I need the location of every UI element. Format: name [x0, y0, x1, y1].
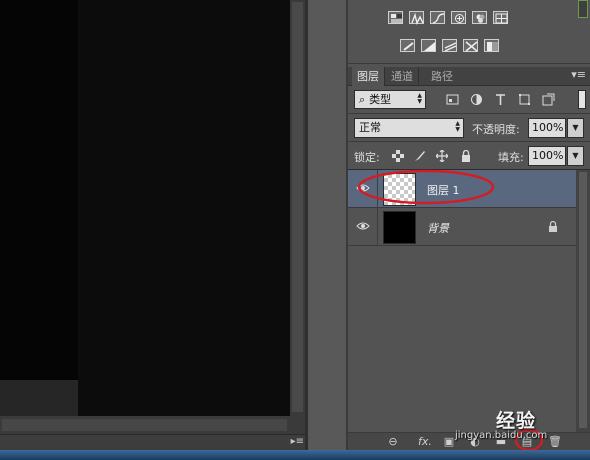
lock-label: 锁定: [354, 151, 380, 164]
fill-label: 填充: [498, 151, 524, 164]
os-taskbar [0, 450, 590, 460]
adjustments-panel [348, 0, 590, 64]
pixel-filter-icon[interactable] [446, 93, 459, 106]
threshold-icon[interactable] [421, 39, 436, 52]
adjustments-scrollbar[interactable] [578, 0, 590, 20]
document-status-bar: ▸≡ [0, 434, 308, 450]
layer-lock-icon [549, 221, 557, 232]
panel-menu-icon[interactable]: ▾≡ [571, 68, 586, 81]
selective-color-icon[interactable] [463, 39, 478, 52]
opacity-label: 不透明度: [472, 123, 520, 136]
gradient-map-icon[interactable] [442, 39, 457, 52]
right-panel-dock: 图层 通道 路径 ▾≡ ⌕ 类型 ▲ ▼ 正常 ▲ ▼ 不透明度: 100% ▼ 锁定… [346, 0, 590, 452]
watermark-logo: 经验 [496, 410, 537, 432]
layer-name[interactable]: 背景 [427, 220, 449, 236]
lock-image-pixels-icon[interactable] [414, 150, 426, 162]
levels-icon[interactable] [409, 11, 424, 25]
status-menu-icon[interactable]: ▸≡ [291, 436, 304, 447]
document-canvas-area[interactable] [0, 0, 305, 434]
layer-row-layer-1[interactable]: 图层 1 [348, 170, 576, 208]
adjustments-row-1 [388, 11, 508, 25]
add-layer-style-button[interactable]: fx. [414, 435, 436, 448]
opacity-dropdown-button[interactable]: ▼ [567, 118, 584, 138]
smart-object-filter-icon[interactable] [542, 93, 555, 106]
eye-icon [356, 222, 370, 230]
layers-panel-tabs: 图层 通道 路径 ▾≡ [348, 67, 590, 86]
scrollbar-thumb[interactable] [2, 419, 287, 431]
exposure-icon[interactable] [451, 11, 466, 24]
visibility-toggle[interactable] [348, 170, 378, 208]
tab-layers[interactable]: 图层 [352, 67, 385, 86]
select-arrows-icon: ▲ ▼ [455, 120, 460, 133]
visibility-toggle[interactable] [348, 208, 378, 246]
tab-channels[interactable]: 通道 [386, 67, 419, 86]
black-white-icon[interactable] [484, 39, 499, 52]
document-image[interactable] [0, 0, 78, 380]
select-arrows-icon: ▲ ▼ [417, 92, 422, 105]
filter-kind-select[interactable]: ⌕ 类型 ▲ ▼ [354, 90, 426, 109]
posterize-icon[interactable] [400, 39, 415, 52]
lock-transparent-pixels-icon[interactable] [392, 150, 404, 162]
type-filter-icon[interactable] [494, 93, 507, 106]
link-layers-icon[interactable]: ⊖ [386, 435, 400, 448]
panel-dock-gap [308, 0, 346, 450]
opacity-input[interactable]: 100% [528, 118, 566, 138]
watermark-url: jingyan.baidu.com [455, 430, 548, 441]
color-balance-icon[interactable] [472, 11, 487, 24]
scrollbar-thumb[interactable] [292, 2, 303, 412]
fill-input[interactable]: 100% [528, 146, 566, 166]
shape-filter-icon[interactable] [518, 93, 531, 106]
canvas-horizontal-scrollbar[interactable] [0, 416, 305, 434]
layer-filter-row: ⌕ 类型 ▲ ▼ [348, 86, 590, 114]
layer-row-background[interactable]: 背景 [348, 208, 576, 246]
adjustments-row-2 [400, 39, 499, 52]
layer-thumbnail[interactable] [383, 173, 416, 206]
layer-list: 图层 1 背景 [348, 170, 576, 432]
filter-toggle-switch[interactable] [578, 90, 586, 109]
layer-list-scrollbar[interactable] [576, 170, 590, 432]
lock-row: 锁定: 填充: 100% ▼ [348, 142, 590, 170]
layer-name[interactable]: 图层 1 [427, 182, 460, 198]
add-mask-icon[interactable]: ▣ [442, 435, 456, 448]
brightness-contrast-icon[interactable] [388, 11, 403, 24]
blend-mode-row: 正常 ▲ ▼ 不透明度: 100% ▼ [348, 114, 590, 142]
blend-mode-select[interactable]: 正常 ▲ ▼ [354, 118, 464, 138]
canvas-pasteboard [78, 0, 290, 416]
canvas-vertical-scrollbar[interactable] [290, 0, 305, 416]
scrollbar-thumb[interactable] [579, 172, 587, 428]
delete-layer-icon[interactable]: 🗑 [548, 435, 562, 448]
adjustment-filter-icon[interactable] [470, 93, 483, 106]
lock-position-icon[interactable] [436, 150, 448, 162]
fill-dropdown-button[interactable]: ▼ [567, 146, 584, 166]
eye-icon [356, 184, 370, 192]
tab-paths[interactable]: 路径 [426, 67, 458, 86]
vibrance-icon[interactable] [493, 11, 508, 24]
blend-mode-value: 正常 [359, 121, 381, 134]
filter-kind-label: 类型 [369, 93, 392, 106]
layer-thumbnail[interactable] [383, 211, 416, 244]
lock-all-icon[interactable] [460, 150, 472, 162]
curves-icon[interactable] [430, 11, 445, 24]
search-icon: ⌕ [359, 93, 366, 106]
